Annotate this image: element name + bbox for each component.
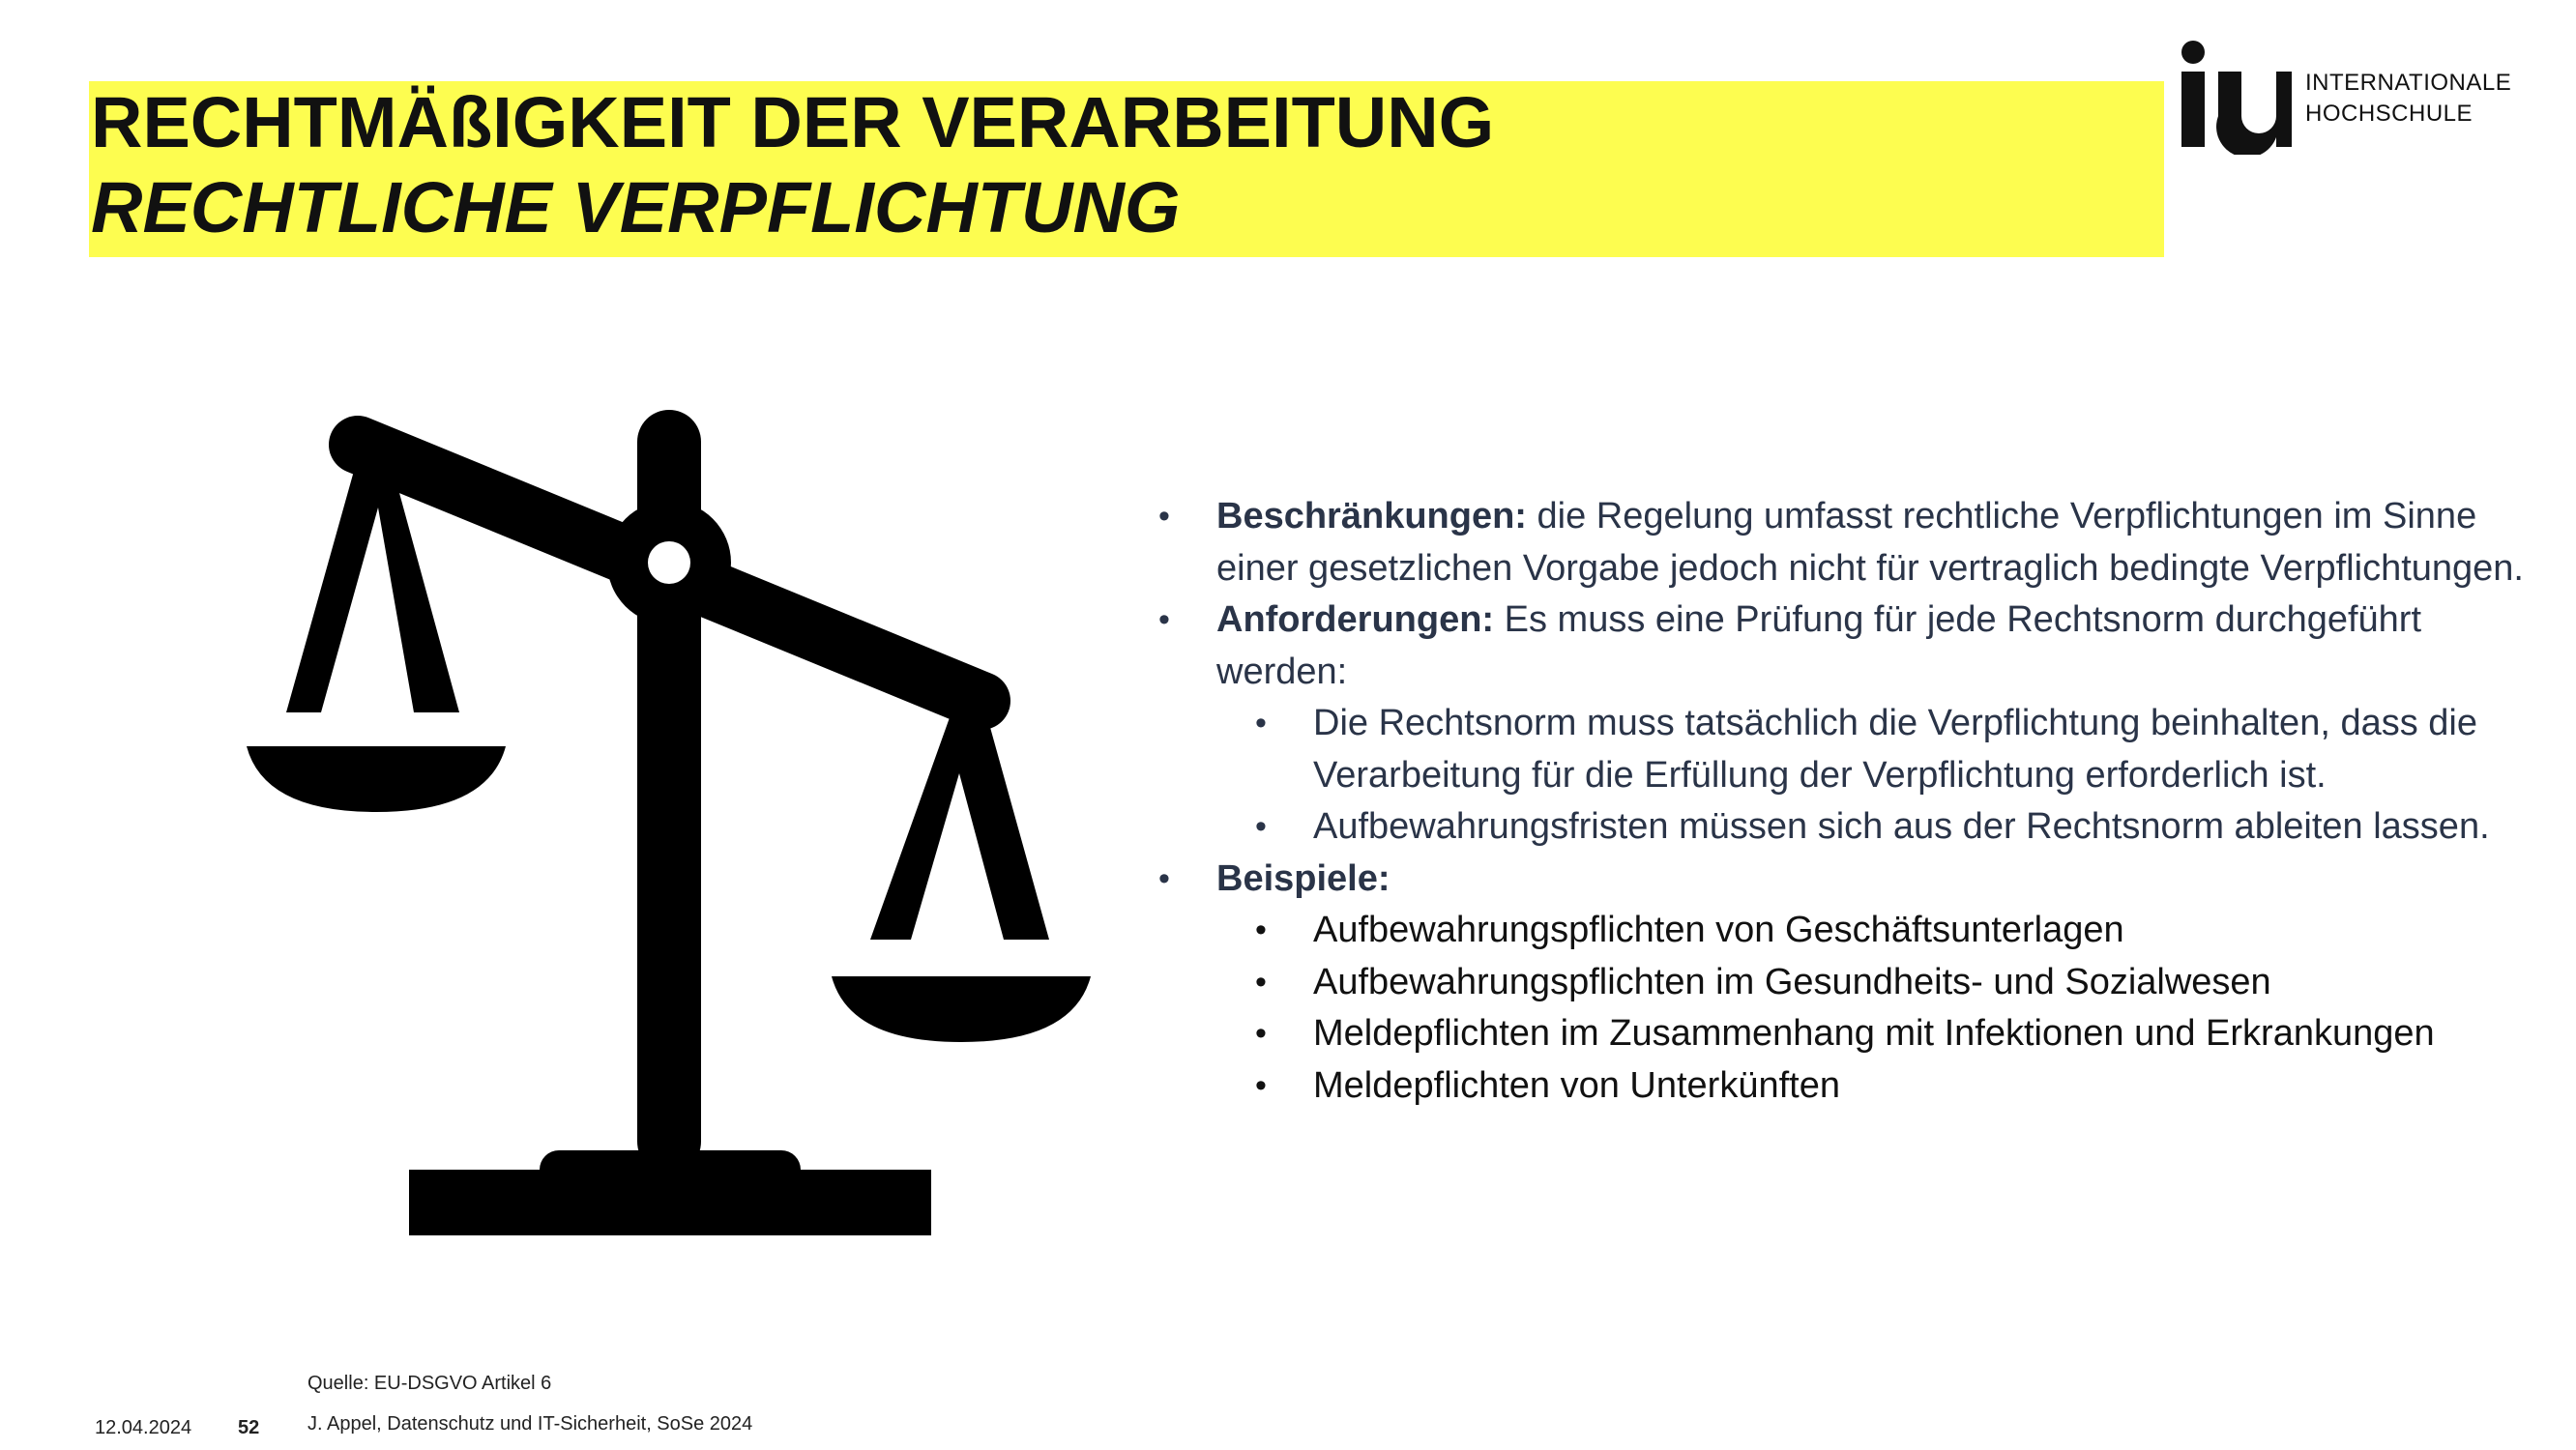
- bullet-icon: •: [1158, 859, 1170, 897]
- list-item: • Beschränkungen: die Regelung umfasst r…: [1151, 491, 2524, 594]
- logo-line1: INTERNATIONALE: [2305, 70, 2512, 96]
- sub-list-item-text: Aufbewahrungspflichten im Gesundheits- u…: [1313, 961, 2271, 1002]
- bullet-icon: •: [1158, 498, 1170, 535]
- bullet-content: • Beschränkungen: die Regelung umfasst r…: [1151, 491, 2524, 1112]
- sub-list-item-text: Meldepflichten von Unterkünften: [1313, 1064, 1840, 1106]
- slide-title: RECHTMÄßIGKEIT DER VERARBEITUNG: [91, 82, 1495, 162]
- list-item-term: Beschränkungen:: [1216, 496, 1527, 536]
- sub-list-item: • Aufbewahrungspflichten im Gesundheits-…: [1151, 957, 2524, 1009]
- sub-list-item: • Meldepflichten im Zusammenhang mit Inf…: [1151, 1008, 2524, 1060]
- bullet-icon: •: [1255, 1015, 1267, 1052]
- source-note: Quelle: EU-DSGVO Artikel 6: [307, 1373, 552, 1394]
- bullet-icon: •: [1255, 1066, 1267, 1104]
- page-number: 52: [238, 1417, 260, 1438]
- bullet-icon: •: [1255, 705, 1267, 741]
- slide-subtitle: RECHTLICHE VERPFLICHTUNG: [91, 167, 1181, 247]
- sub-list-item: • Aufbewahrungsfristen müssen sich aus d…: [1151, 801, 2524, 854]
- list-item: • Anforderungen: Es muss eine Prüfung fü…: [1151, 594, 2524, 698]
- sub-list-item: • Aufbewahrungspflichten von Geschäftsun…: [1151, 905, 2524, 957]
- sub-list-item: • Meldepflichten von Unterkünften: [1151, 1060, 2524, 1113]
- bullet-icon: •: [1255, 963, 1267, 1000]
- bullet-icon: •: [1158, 601, 1170, 638]
- bullet-icon: •: [1255, 912, 1267, 948]
- list-item-term: Anforderungen:: [1216, 599, 1495, 640]
- list-item: • Beispiele:: [1151, 854, 2524, 906]
- scales-of-justice-icon: [247, 410, 1091, 1235]
- logo-line2: HOCHSCHULE: [2305, 101, 2474, 127]
- sub-list-item-text: Meldepflichten im Zusammenhang mit Infek…: [1313, 1013, 2435, 1054]
- bullet-icon: •: [1255, 808, 1267, 845]
- sub-list-item: • Die Rechtsnorm muss tatsächlich die Ve…: [1151, 698, 2524, 801]
- iu-logo-mark-icon: [2181, 41, 2292, 155]
- sub-list-item-text: Aufbewahrungspflichten von Geschäftsunte…: [1313, 910, 2124, 950]
- sub-list-item-text: Die Rechtsnorm muss tatsächlich die Verp…: [1313, 703, 2477, 796]
- logo-wordmark: INTERNATIONALE HOCHSCHULE: [2305, 68, 2511, 130]
- list-item-term: Beispiele:: [1216, 857, 1390, 899]
- iu-logo: INTERNATIONALE HOCHSCHULE: [2176, 39, 2533, 160]
- footer-date: 12.04.2024: [95, 1417, 192, 1438]
- footer-author: J. Appel, Datenschutz und IT-Sicherheit,…: [307, 1413, 753, 1435]
- sub-list-item-text: Aufbewahrungsfristen müssen sich aus der…: [1313, 806, 2490, 847]
